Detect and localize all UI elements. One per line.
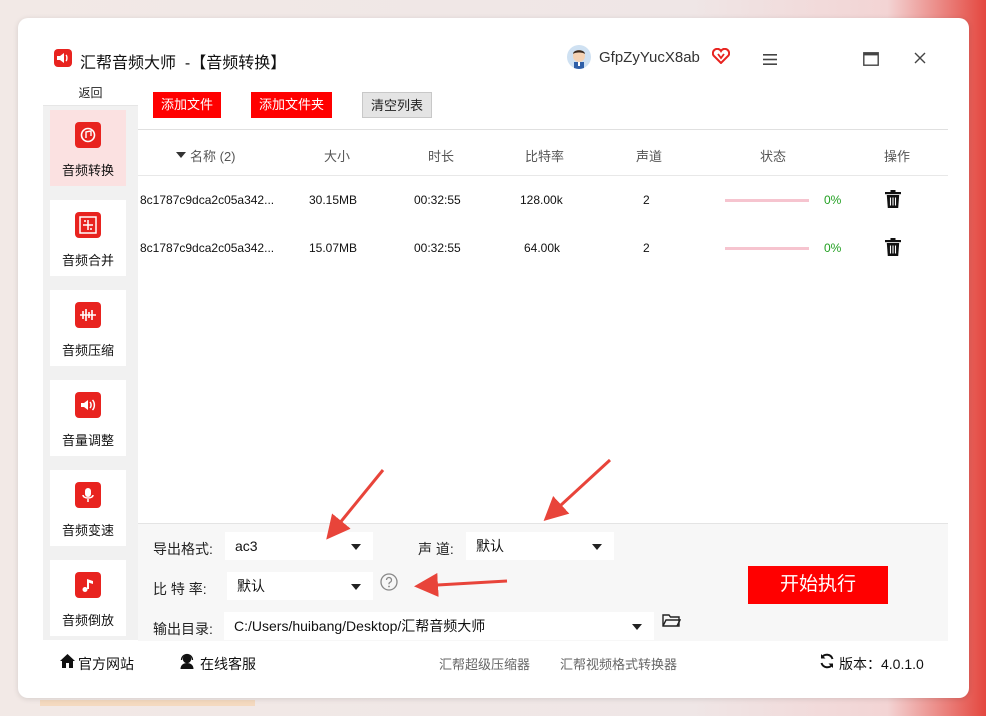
video-converter-link[interactable]: 汇帮视频格式转换器 bbox=[560, 654, 677, 673]
sidebar-item-label: 音频压缩 bbox=[61, 343, 114, 358]
audio-compress-icon bbox=[75, 302, 101, 328]
sidebar-item-label: 音量调整 bbox=[61, 433, 114, 448]
music-note-icon bbox=[75, 572, 101, 598]
format-value: ac3 bbox=[235, 538, 258, 554]
footer: 官方网站 在线客服 汇帮超级压缩器 汇帮视频格式转换器 版本：4.0.1.0 bbox=[43, 644, 948, 680]
sidebar-item-audio-speed[interactable]: 音频变速 bbox=[50, 470, 126, 546]
sidebar-item-label: 音频合并 bbox=[61, 253, 114, 268]
app-window: 汇帮音频大师 -【音频转换】 GfpZyYucX8ab 返回 音频转换 音频合并… bbox=[18, 18, 969, 698]
sidebar: 返回 音频转换 音频合并 音频压缩 音量调整 音频变速 音频倒放 bbox=[43, 80, 138, 640]
add-file-button[interactable]: 添加文件 bbox=[153, 92, 222, 118]
refresh-icon[interactable] bbox=[819, 653, 835, 672]
sidebar-item-label: 音频转换 bbox=[61, 163, 114, 178]
trash-icon[interactable] bbox=[885, 238, 901, 259]
sidebar-item-audio-compress[interactable]: 音频压缩 bbox=[50, 290, 126, 366]
app-logo-icon bbox=[54, 49, 72, 67]
folder-icon[interactable] bbox=[662, 613, 682, 631]
column-header-duration: 时长 bbox=[428, 149, 455, 164]
file-duration: 00:32:55 bbox=[414, 193, 461, 207]
toolbar: 添加文件 添加文件夹 清空列表 bbox=[138, 80, 948, 130]
column-header-status: 状态 bbox=[760, 149, 787, 164]
app-title: 汇帮音频大师 -【音频转换】 bbox=[80, 55, 287, 72]
channel-label: 声 道: bbox=[418, 541, 454, 557]
sidebar-item-audio-reverse[interactable]: 音频倒放 bbox=[50, 560, 126, 636]
sidebar-item-audio-convert[interactable]: 音频转换 bbox=[50, 110, 126, 186]
column-header-channels: 声道 bbox=[636, 149, 663, 164]
chevron-down-icon bbox=[351, 544, 361, 550]
sort-desc-icon[interactable] bbox=[176, 146, 186, 161]
clear-list-button[interactable]: 清空列表 bbox=[362, 92, 433, 118]
official-website-link[interactable]: 官方网站 bbox=[78, 654, 134, 674]
settings-panel: 导出格式: ac3 声 道: 默认 比 特 率: 默认 输出目录: C:/Use… bbox=[138, 523, 948, 641]
table-header: 名称 (2) 大小 时长 比特率 声道 状态 操作 bbox=[138, 130, 948, 176]
chevron-down-icon bbox=[351, 584, 361, 590]
file-size: 15.07MB bbox=[309, 241, 358, 255]
online-support-link[interactable]: 在线客服 bbox=[200, 654, 256, 674]
bitrate-value: 默认 bbox=[237, 578, 265, 594]
bitrate-label: 比 特 率: bbox=[153, 581, 207, 597]
chevron-down-icon bbox=[592, 544, 602, 550]
progress-bar bbox=[725, 199, 809, 202]
help-icon[interactable] bbox=[380, 573, 398, 594]
audio-convert-icon bbox=[75, 122, 101, 148]
microphone-icon bbox=[75, 482, 101, 508]
close-icon[interactable] bbox=[913, 51, 927, 68]
file-name: 8c1787c9dca2c05a342... bbox=[140, 241, 275, 255]
audio-merge-icon bbox=[75, 212, 101, 238]
column-header-bitrate: 比特率 bbox=[525, 149, 565, 164]
output-dir-label: 输出目录: bbox=[153, 621, 213, 637]
headset-icon bbox=[179, 653, 195, 672]
format-label: 导出格式: bbox=[153, 541, 213, 557]
chevron-down-icon bbox=[632, 624, 642, 630]
file-duration: 00:32:55 bbox=[414, 241, 461, 255]
home-icon bbox=[59, 653, 76, 672]
file-bitrate: 64.00k bbox=[524, 241, 561, 255]
file-bitrate: 128.00k bbox=[520, 193, 563, 207]
file-size: 30.15MB bbox=[309, 193, 358, 207]
menu-icon[interactable] bbox=[763, 53, 777, 68]
super-compressor-link[interactable]: 汇帮超级压缩器 bbox=[439, 654, 530, 673]
output-dir-value: C:/Users/huibang/Desktop/汇帮音频大师 bbox=[234, 618, 486, 634]
column-header-size: 大小 bbox=[324, 149, 351, 164]
maximize-icon[interactable] bbox=[863, 52, 879, 69]
column-header-name[interactable]: 名称 (2) bbox=[190, 146, 236, 165]
table-row[interactable]: 8c1787c9dca2c05a342... 15.07MB 00:32:55 … bbox=[138, 224, 948, 272]
sidebar-item-volume[interactable]: 音量调整 bbox=[50, 380, 126, 456]
sidebar-item-audio-merge[interactable]: 音频合并 bbox=[50, 200, 126, 276]
format-select[interactable]: ac3 bbox=[225, 532, 373, 560]
back-button[interactable]: 返回 bbox=[43, 80, 138, 106]
channel-select[interactable]: 默认 bbox=[466, 532, 614, 560]
vip-heart-icon[interactable] bbox=[711, 47, 731, 67]
username[interactable]: GfpZyYucX8ab bbox=[599, 49, 700, 66]
background-strip bbox=[40, 700, 255, 706]
channel-value: 默认 bbox=[476, 538, 504, 554]
progress-percent: 0% bbox=[824, 193, 842, 207]
progress-bar bbox=[725, 247, 809, 250]
version-label: 版本：4.0.1.0 bbox=[839, 656, 924, 672]
output-dir-select[interactable]: C:/Users/huibang/Desktop/汇帮音频大师 bbox=[224, 612, 654, 640]
file-channels: 2 bbox=[643, 241, 650, 255]
start-button[interactable]: 开始执行 bbox=[748, 566, 888, 604]
trash-icon[interactable] bbox=[885, 190, 901, 211]
avatar[interactable] bbox=[567, 45, 591, 69]
sidebar-item-label: 音频倒放 bbox=[61, 613, 114, 628]
volume-icon bbox=[75, 392, 101, 418]
sidebar-item-label: 音频变速 bbox=[61, 523, 114, 538]
progress-percent: 0% bbox=[824, 241, 842, 255]
file-name: 8c1787c9dca2c05a342... bbox=[140, 193, 275, 207]
bitrate-select[interactable]: 默认 bbox=[227, 572, 373, 600]
table-row[interactable]: 8c1787c9dca2c05a342... 30.15MB 00:32:55 … bbox=[138, 176, 948, 224]
file-channels: 2 bbox=[643, 193, 650, 207]
column-header-actions: 操作 bbox=[884, 149, 911, 164]
add-folder-button[interactable]: 添加文件夹 bbox=[251, 92, 333, 118]
title-bar: 汇帮音频大师 -【音频转换】 GfpZyYucX8ab bbox=[18, 18, 969, 78]
